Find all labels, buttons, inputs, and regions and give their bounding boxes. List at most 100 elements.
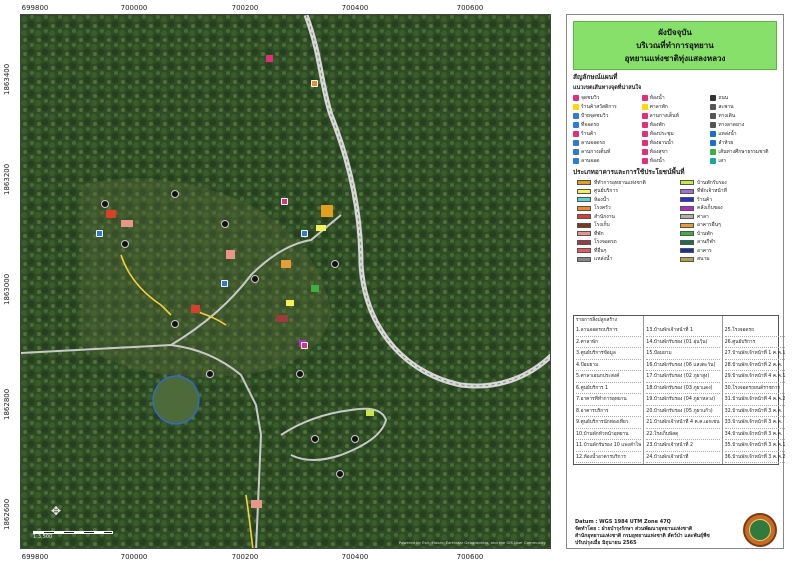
building-magenta-1 bbox=[266, 55, 273, 62]
legend-symbol: เสา bbox=[710, 157, 777, 165]
poi-marker[interactable] bbox=[101, 200, 109, 208]
building-list-item: 6.ศูนย์บริการ 1 bbox=[576, 383, 642, 394]
building-type-label: ที่พักเจ้าหน้าที่ bbox=[697, 188, 727, 195]
legend-symbol: ห้องน้ำ bbox=[641, 157, 709, 165]
building-type-item: ศาลา bbox=[680, 213, 777, 221]
title-line3: อุทยานแห่งชาติทุ่งแสลงหลวง bbox=[624, 54, 726, 63]
poi-marker[interactable] bbox=[251, 275, 259, 283]
building-list-item: 31.บ้านพักเจ้าหน้าที่ 4 ค.ค.2 bbox=[724, 394, 786, 406]
building-type-item: ที่พัก bbox=[577, 230, 674, 238]
building-list-col: รายการสิ่งปลูกสร้าง 1.ลานจอดรถบริการ 2.ศา… bbox=[574, 316, 645, 464]
legend-symbol: ลานกางเต็นท์ bbox=[573, 148, 640, 156]
building-list-item: 26.ศูนย์บริการ bbox=[724, 337, 786, 348]
poi-marker[interactable] bbox=[121, 240, 129, 248]
building-list-item: 27.บ้านพักเจ้าหน้าที่ 1 ค.ค.1 bbox=[724, 348, 786, 360]
legend-symbol-icon bbox=[641, 158, 648, 164]
legend-symbol-label: เสา bbox=[718, 158, 726, 164]
building-list-item: 8.อาคารบริการ bbox=[576, 406, 642, 417]
building-type-label: ศูนย์บริการ bbox=[594, 188, 618, 195]
building-list-table: รายการสิ่งปลูกสร้าง 1.ลานจอดรถบริการ 2.ศา… bbox=[573, 315, 786, 465]
info-icon[interactable] bbox=[281, 198, 288, 205]
legend-symbol-icon bbox=[573, 122, 579, 128]
map-frame[interactable]: ✥ 1:3,500 Powered by Esri, Maxar, Earths… bbox=[20, 14, 551, 549]
poi-marker[interactable] bbox=[311, 435, 319, 443]
building-list-item: 23.บ้านพักเจ้าหน้าที่ 2 bbox=[646, 440, 720, 452]
building-type-swatch bbox=[680, 222, 694, 228]
parking-icon[interactable] bbox=[221, 280, 228, 287]
building-list-item: 17.บ้านพักรับรอง (02 ภูผาสูง) bbox=[646, 371, 720, 383]
building-type-swatch bbox=[680, 180, 694, 186]
building-type-item: โรงเก็บ bbox=[577, 222, 674, 230]
legend-symbol-label: ห้องน้ำ bbox=[649, 158, 665, 164]
building-list-item: 33.บ้านพักเจ้าหน้าที่ 3 ค.ค. bbox=[724, 417, 786, 429]
legend-symbol: ถนน bbox=[710, 94, 777, 102]
legend-symbol: ร้านค้าสวัสดิการ bbox=[573, 103, 640, 111]
building-list-item: 10.บ้านพักหัวหน้าอุทยาน bbox=[576, 429, 642, 440]
poi-marker[interactable] bbox=[351, 435, 359, 443]
building-type-swatch bbox=[680, 248, 694, 254]
building-type-label: โรงครัว bbox=[594, 205, 611, 212]
legend-symbol-icon bbox=[573, 158, 579, 164]
legend-symbol-icon bbox=[710, 158, 717, 164]
coord-left-3: 1863000 bbox=[3, 273, 11, 305]
updated-text: ปรับปรุงเมื่อ มิถุนายน 2565 bbox=[575, 540, 637, 546]
building-list-item: 16.บ้านพักรับรอง (06 แสงตะวัน) bbox=[646, 360, 720, 371]
poi-marker[interactable] bbox=[171, 190, 179, 198]
coord-top-5: 700600 bbox=[456, 4, 484, 12]
legend-section1b-title: แนวเขตเส้นทางจุดที่น่าสนใจ bbox=[573, 85, 642, 91]
building-list-item: 5.ศาลาเอนกประสงค์ bbox=[576, 371, 642, 383]
legend-symbol-icon bbox=[710, 131, 717, 137]
poi-marker[interactable] bbox=[336, 470, 344, 478]
coord-bot-4: 700400 bbox=[341, 553, 369, 561]
building-type-label: สนาม bbox=[697, 256, 710, 263]
coord-top-4: 700400 bbox=[341, 4, 369, 12]
building-list-item: 3.ศูนย์บริการข้อมูล bbox=[576, 348, 642, 360]
legend-symbol-label: ห้องสุขา bbox=[649, 149, 668, 155]
building-type-item: อาคาร bbox=[680, 247, 777, 255]
building-list-item: 2.ศาลาพัก bbox=[576, 337, 642, 348]
poi-marker[interactable] bbox=[331, 260, 339, 268]
legend-symbol-label: ป้ายจุดชมวิว bbox=[581, 113, 609, 119]
restroom-icon[interactable] bbox=[301, 342, 308, 349]
title-line1: ผังปัจจุบัน bbox=[658, 28, 692, 37]
building-type-item: โรงครัว bbox=[577, 205, 674, 213]
poi-marker[interactable] bbox=[296, 370, 304, 378]
legend-symbol-label: ห้องประชุม bbox=[649, 131, 674, 137]
parking-icon[interactable] bbox=[96, 230, 103, 237]
building-type-label: โรงจอดรถ bbox=[594, 239, 617, 246]
building-type-label: บ้านพัก bbox=[697, 230, 713, 237]
coord-top-1: 699800 bbox=[21, 4, 49, 12]
poi-marker[interactable] bbox=[206, 370, 214, 378]
poi-marker[interactable] bbox=[171, 320, 179, 328]
building-type-item: บ้านพัก bbox=[680, 230, 777, 238]
legend-symbol-label: ห้องพัก bbox=[649, 122, 665, 128]
legend-symbol-label: ทางลาดยาง bbox=[718, 122, 745, 128]
building-type-item: คลังเก็บของ bbox=[680, 205, 777, 213]
legend-symbol-label: ลานกางเต็นท์ bbox=[581, 149, 611, 155]
building-list-item: 15.ป้อมยาม bbox=[646, 348, 720, 360]
scale-bar: 1:3,500 bbox=[33, 531, 113, 540]
building-list-item: 24.บ้านพักเจ้าหน้าที่ bbox=[646, 452, 720, 463]
building-type-item: ศูนย์บริการ bbox=[577, 188, 674, 196]
legend-symbol: ทางเดิน bbox=[710, 112, 777, 120]
pond bbox=[152, 375, 200, 425]
building-type-swatch bbox=[577, 222, 591, 228]
building-type-swatch bbox=[577, 180, 591, 186]
legend-symbol-label: สะพาน bbox=[718, 104, 734, 110]
viewpoint-icon[interactable] bbox=[311, 80, 318, 87]
legend-symbol-icon bbox=[710, 140, 717, 146]
poi-marker[interactable] bbox=[221, 220, 229, 228]
parking-icon[interactable] bbox=[301, 230, 308, 237]
building-list-item: 11.บ้านพักรับรอง 10 แพงลำโพ bbox=[576, 440, 642, 452]
legend-symbol-label: ลานจอด bbox=[581, 158, 600, 164]
legend-symbol-label: ห้องน้ำ bbox=[649, 95, 665, 101]
building-list-item: 36.บ้านพักเจ้าหน้าที่ 3 ค.ค.2 bbox=[724, 452, 786, 463]
legend-symbol: ห้องประชุม bbox=[641, 130, 709, 138]
building-list-header-spacer bbox=[646, 317, 719, 325]
department-emblem-icon bbox=[743, 513, 777, 547]
scale-text: 1:3,500 bbox=[33, 534, 53, 540]
building-list-item: 21.บ้านพักเจ้าหน้าที่ 4 ค.ค.เอกเชน bbox=[646, 417, 720, 429]
building-type-item: สนาม bbox=[680, 256, 777, 264]
legend-symbol: ที่จอดรถ bbox=[573, 121, 640, 129]
legend-symbol-label: เส้นทางศึกษาธรรมชาติ bbox=[718, 149, 769, 155]
